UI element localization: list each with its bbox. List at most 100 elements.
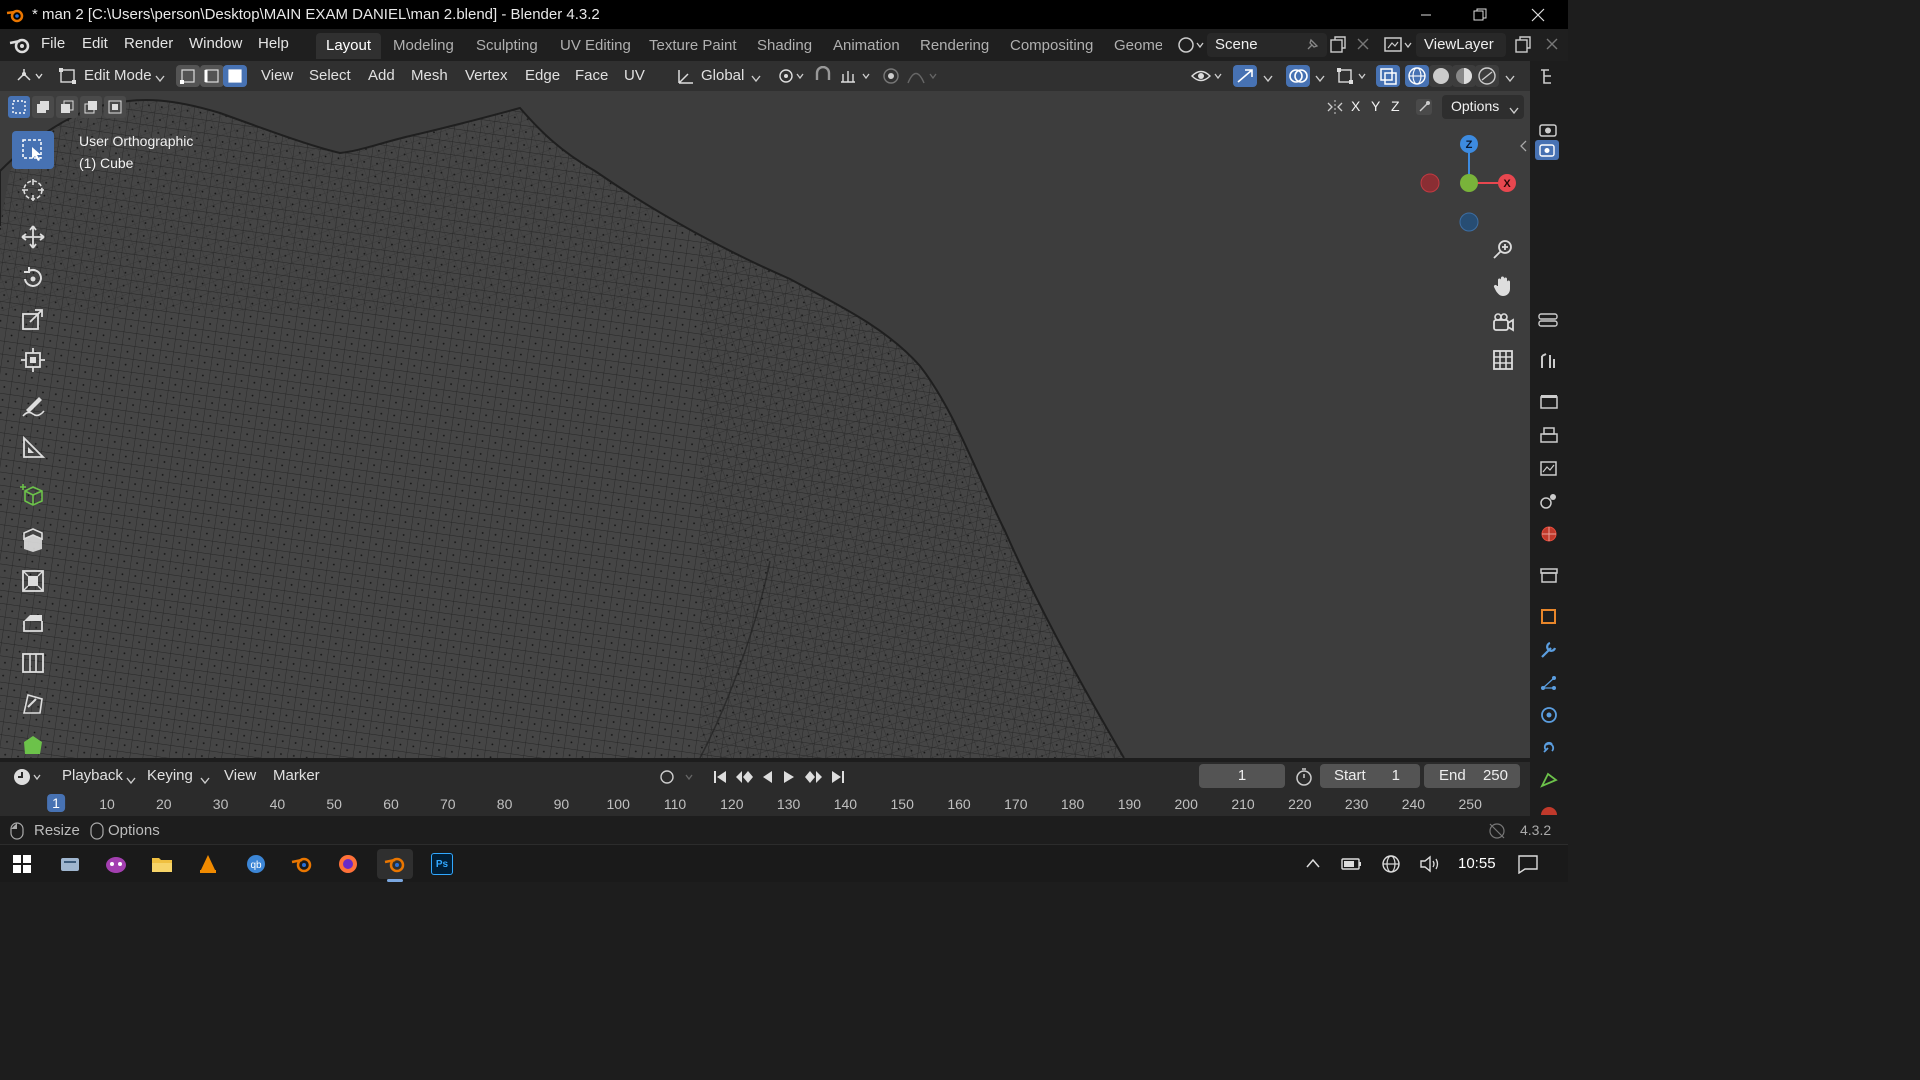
jump-keyframe-prev-icon[interactable]: [734, 769, 754, 789]
menu-mesh[interactable]: Mesh: [411, 67, 448, 84]
jump-keyframe-next-icon[interactable]: [804, 769, 824, 789]
timeline-ruler[interactable]: 1 10 20 30 40 50 60 70 80 90 100 110 120 130 140 150 160…: [0, 790, 1530, 816]
pan-hand-icon[interactable]: [1487, 270, 1519, 302]
measure-icon[interactable]: [12, 429, 54, 467]
zoom-icon[interactable]: [1487, 233, 1519, 265]
mirror-z-toggle[interactable]: Z: [1391, 98, 1400, 114]
volume-icon[interactable]: [1419, 854, 1441, 878]
add-cube-icon[interactable]: [12, 476, 54, 514]
select-extend-icon[interactable]: [32, 96, 54, 118]
proportional-editing-icon[interactable]: [880, 66, 902, 90]
object-properties-icon[interactable]: [1538, 606, 1560, 630]
select-subtract-icon[interactable]: [56, 96, 78, 118]
play-reverse-icon[interactable]: [760, 769, 774, 789]
select-intersect-icon[interactable]: [104, 96, 126, 118]
tool-icon[interactable]: [1538, 351, 1560, 375]
mode-selector[interactable]: Edit Mode: [84, 67, 152, 84]
start-frame-field[interactable]: Start 1: [1320, 764, 1420, 788]
transform-icon[interactable]: [12, 341, 54, 379]
grid-icon[interactable]: [1487, 344, 1519, 376]
menu-timeline-view[interactable]: View: [224, 767, 256, 784]
scene-type-icon[interactable]: [1175, 34, 1205, 60]
firefox-icon[interactable]: [330, 849, 366, 879]
menu-face[interactable]: Face: [575, 67, 608, 84]
annotate-icon[interactable]: [12, 388, 54, 426]
tab-texture-paint[interactable]: Texture Paint: [639, 33, 747, 59]
visibility-icon[interactable]: [1190, 66, 1224, 90]
options-dropdown[interactable]: Options: [1442, 95, 1524, 119]
wireframe-shading-icon[interactable]: [1405, 65, 1429, 87]
new-view-layer-icon[interactable]: [1513, 35, 1533, 59]
delete-scene-icon[interactable]: [1356, 37, 1370, 55]
blender-icon[interactable]: [284, 849, 320, 879]
tab-animation[interactable]: Animation: [823, 33, 910, 59]
current-frame-field[interactable]: 1: [1199, 764, 1285, 788]
tool-settings-icon[interactable]: [1537, 310, 1561, 334]
chevron-up-icon[interactable]: [1305, 857, 1321, 873]
falloff-icon[interactable]: [906, 66, 940, 90]
menu-help[interactable]: Help: [258, 35, 289, 52]
navigation-gizmo[interactable]: Z X: [1410, 131, 1530, 241]
network-icon[interactable]: [1380, 854, 1402, 878]
current-frame-marker[interactable]: 1: [47, 794, 65, 812]
menu-uv[interactable]: UV: [624, 67, 645, 84]
knife-icon[interactable]: [12, 685, 54, 723]
edge-select-icon[interactable]: [200, 65, 224, 87]
solid-shading-icon[interactable]: [1429, 65, 1453, 87]
mirror-icon[interactable]: [1325, 98, 1345, 120]
tab-compositing[interactable]: Compositing: [1000, 33, 1103, 59]
select-box-icon[interactable]: [12, 131, 54, 169]
collection-properties-icon[interactable]: [1538, 565, 1560, 589]
gizmo-toggle-icon[interactable]: [1233, 65, 1257, 87]
menu-window[interactable]: Window: [189, 35, 242, 52]
timeline-editor-type-icon[interactable]: [12, 767, 46, 791]
tab-rendering[interactable]: Rendering: [910, 33, 999, 59]
qbittorrent-icon[interactable]: qb: [238, 849, 274, 879]
stopwatch-icon[interactable]: [1294, 767, 1314, 791]
chevron-down-icon[interactable]: [1315, 71, 1325, 87]
move-icon[interactable]: [12, 218, 54, 256]
particles-properties-icon[interactable]: [1538, 673, 1560, 697]
new-scene-icon[interactable]: [1328, 35, 1348, 59]
tab-geometry-nodes[interactable]: Geomet: [1104, 33, 1162, 59]
tab-shading[interactable]: Shading: [747, 33, 822, 59]
pin-icon[interactable]: [1304, 37, 1320, 57]
scene-properties-icon[interactable]: [1538, 491, 1560, 515]
minimize-icon[interactable]: [1403, 0, 1449, 29]
blender-menu-icon[interactable]: [8, 35, 32, 59]
folder-icon[interactable]: [144, 849, 180, 879]
menu-add[interactable]: Add: [368, 67, 395, 84]
tab-layout[interactable]: Layout: [316, 33, 382, 59]
view-layer-field[interactable]: ViewLayer: [1416, 33, 1506, 57]
select-new-icon[interactable]: [8, 96, 30, 118]
modifier-properties-icon[interactable]: [1538, 640, 1560, 664]
3d-viewport[interactable]: User Orthographic (1) Cube X Y Z Options: [0, 91, 1530, 758]
render-properties-icon[interactable]: [1538, 392, 1560, 416]
overlays-icon[interactable]: [1286, 65, 1310, 87]
poly-build-icon[interactable]: [12, 726, 54, 764]
constraints-properties-icon[interactable]: [1538, 738, 1560, 762]
chevron-down-icon[interactable]: [1505, 71, 1515, 87]
game-icon[interactable]: [98, 849, 134, 879]
outliner-icon[interactable]: [1538, 67, 1560, 91]
windows-start-icon[interactable]: [4, 849, 40, 879]
bevel-icon[interactable]: [12, 603, 54, 641]
play-icon[interactable]: [782, 769, 796, 789]
notification-icon[interactable]: [1517, 854, 1539, 878]
file-explorer-icon[interactable]: [52, 849, 88, 879]
scale-icon[interactable]: [12, 300, 54, 338]
menu-marker[interactable]: Marker: [273, 767, 320, 784]
rotate-icon[interactable]: [12, 259, 54, 297]
battery-icon[interactable]: [1341, 856, 1363, 876]
rendered-shading-icon[interactable]: [1475, 65, 1499, 87]
menu-file[interactable]: File: [41, 35, 65, 52]
inset-icon[interactable]: [12, 562, 54, 600]
menu-edit[interactable]: Edit: [82, 35, 108, 52]
material-preview-icon[interactable]: [1452, 65, 1476, 87]
clock[interactable]: 10:55: [1458, 855, 1496, 872]
delete-view-layer-icon[interactable]: [1545, 37, 1559, 55]
photoshop-icon[interactable]: Ps: [424, 849, 460, 879]
tab-sculpting[interactable]: Sculpting: [466, 33, 548, 59]
snap-target-icon[interactable]: [838, 66, 874, 90]
close-icon[interactable]: [1515, 0, 1561, 29]
